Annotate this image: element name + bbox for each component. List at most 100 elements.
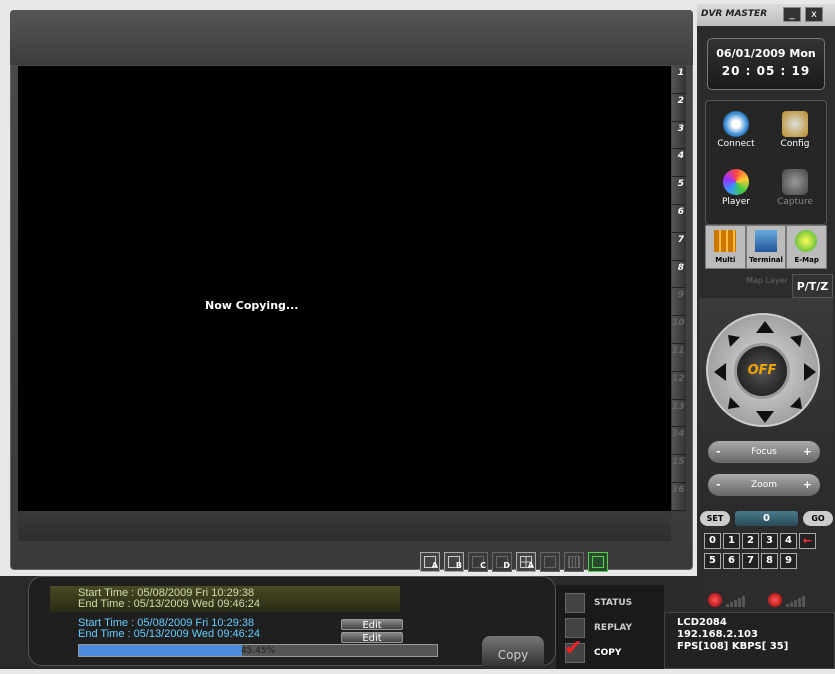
source-end-time: End Time : 05/13/2009 Wed 09:46:24 (78, 598, 261, 610)
channel-button-16[interactable]: 16 (672, 482, 686, 511)
arrow-up-left-icon[interactable] (728, 335, 740, 347)
channel-button-8[interactable]: 8 (672, 260, 686, 289)
channel-button-14[interactable]: 14 (672, 427, 686, 456)
preset-go-button[interactable]: GO (803, 511, 833, 526)
copy-end-time: End Time : 05/13/2009 Wed 09:46:24 (78, 628, 261, 640)
tab-multi[interactable]: Multi (705, 225, 746, 269)
channel-button-15[interactable]: 15 (672, 455, 686, 483)
keypad-9[interactable]: 9 (780, 553, 797, 569)
tab-emap[interactable]: E-Map (786, 225, 828, 269)
arrow-down-icon[interactable] (756, 411, 774, 423)
connection-info: LCD2084 192.168.2.103 FPS[108] KBPS[ 35] (664, 612, 835, 669)
tab-map-layer[interactable]: Map Layer (745, 274, 789, 298)
layout-16-button[interactable] (564, 552, 584, 572)
arrow-left-icon[interactable] (714, 363, 726, 381)
keypad-3[interactable]: 3 (761, 533, 778, 549)
keypad-6[interactable]: 6 (723, 553, 740, 569)
focus-minus-button[interactable]: - (716, 441, 721, 463)
channel-selector: 1 2 3 4 5 6 7 8 9 10 11 12 13 14 15 16 (672, 66, 686, 511)
checkmark-icon: ✔ (564, 636, 583, 661)
channel-button-7[interactable]: 7 (672, 232, 686, 261)
layout-quad-a-button[interactable]: A (516, 552, 536, 572)
edit-start-button[interactable]: Edit (341, 619, 403, 631)
channel-button-12[interactable]: 12 (672, 371, 686, 400)
main-toolbar: Connect Config Player Capture (705, 100, 827, 225)
connect-button[interactable]: Connect (711, 107, 761, 157)
keypad-8[interactable]: 8 (761, 553, 778, 569)
arrow-down-left-icon[interactable] (728, 397, 740, 409)
close-button[interactable]: x (805, 7, 823, 22)
mode-copy-button[interactable]: ✔ COPY (562, 638, 658, 664)
channel-button-4[interactable]: 4 (672, 149, 686, 178)
layout-1x1-a-button[interactable]: A (420, 552, 440, 572)
clock-date: 06/01/2009 Mon (716, 47, 816, 60)
keypad-4[interactable]: 4 (780, 533, 797, 549)
sub-tabs: Map Layer P/T/Z (745, 274, 833, 298)
zoom-control: - Zoom + (708, 474, 820, 496)
layout-1x1-c-button[interactable]: C (468, 552, 488, 572)
channel-button-13[interactable]: 13 (672, 399, 686, 428)
player-button[interactable]: Player (711, 165, 761, 215)
mode-status-button[interactable]: STATUS (562, 592, 658, 614)
device-ip: 192.168.2.103 (677, 629, 758, 640)
layout-1x1-b-button[interactable]: B (444, 552, 464, 572)
keypad-7[interactable]: 7 (742, 553, 759, 569)
copy-progress-bar: 45.45% (78, 644, 438, 657)
keypad-back-button[interactable]: ← (799, 533, 816, 549)
keypad-5[interactable]: 5 (704, 553, 721, 569)
layout-sequence-button[interactable] (588, 552, 608, 572)
preset-value-field[interactable]: 0 (735, 511, 798, 526)
arrow-right-icon[interactable] (804, 363, 816, 381)
layout-toolbar: A B C D A (420, 552, 608, 576)
keypad-2[interactable]: 2 (742, 533, 759, 549)
player-icon (723, 169, 749, 195)
preset-set-button[interactable]: SET (700, 511, 730, 526)
video-bottom-strip (18, 511, 671, 541)
connect-icon (723, 111, 749, 137)
video-top-strip (10, 10, 693, 65)
ptz-off-button[interactable]: OFF (734, 343, 790, 399)
config-button[interactable]: Config (770, 107, 820, 157)
arrow-down-right-icon[interactable] (790, 397, 802, 409)
capture-button[interactable]: Capture (770, 165, 820, 215)
keypad-row-2: 5 6 7 8 9 (704, 553, 797, 569)
clock-time: 20 : 05 : 19 (721, 64, 811, 78)
channel-button-10[interactable]: 10 (672, 316, 686, 344)
channel-button-3[interactable]: 3 (672, 121, 686, 150)
terminal-icon (754, 230, 777, 252)
channel-button-11[interactable]: 11 (672, 343, 686, 372)
title-bar: DVR MASTER _ x (697, 4, 835, 26)
arrow-up-right-icon[interactable] (790, 335, 802, 347)
layout-quad-b-button[interactable] (540, 552, 560, 572)
app-title: DVR MASTER (701, 9, 768, 19)
signal-bars-icon (786, 596, 805, 607)
channel-button-9[interactable]: 9 (672, 288, 686, 317)
status-message: Now Copying... (205, 299, 299, 312)
channel-button-5[interactable]: 5 (672, 177, 686, 205)
tab-ptz[interactable]: P/T/Z (792, 274, 833, 298)
focus-plus-button[interactable]: + (803, 441, 812, 463)
compass-icon (795, 230, 818, 252)
minimize-button[interactable]: _ (783, 7, 801, 22)
layout-1x1-d-button[interactable]: D (492, 552, 512, 572)
focus-label: Focus (751, 447, 777, 457)
focus-control: - Focus + (708, 441, 820, 463)
channel-button-1[interactable]: 1 (672, 66, 686, 94)
channel-button-2[interactable]: 2 (672, 93, 686, 122)
video-area[interactable]: Now Copying... (18, 66, 671, 511)
keypad-row-1: 0 1 2 3 4 ← (704, 533, 816, 549)
camera-icon (782, 169, 808, 195)
view-tabs: Multi Terminal E-Map (705, 225, 828, 269)
zoom-minus-button[interactable]: - (716, 474, 721, 496)
keypad-0[interactable]: 0 (704, 533, 721, 549)
channel-button-6[interactable]: 6 (672, 204, 686, 233)
zoom-plus-button[interactable]: + (803, 474, 812, 496)
source-time-range: Start Time : 05/08/2009 Fri 10:29:38 End… (50, 586, 400, 612)
device-model: LCD2084 (677, 617, 727, 628)
keypad-1[interactable]: 1 (723, 533, 740, 549)
edit-end-button[interactable]: Edit (341, 632, 403, 644)
record-status-icon (768, 593, 782, 607)
tab-terminal[interactable]: Terminal (745, 225, 787, 269)
arrow-up-icon[interactable] (756, 321, 774, 333)
copy-button[interactable]: Copy (482, 636, 544, 666)
